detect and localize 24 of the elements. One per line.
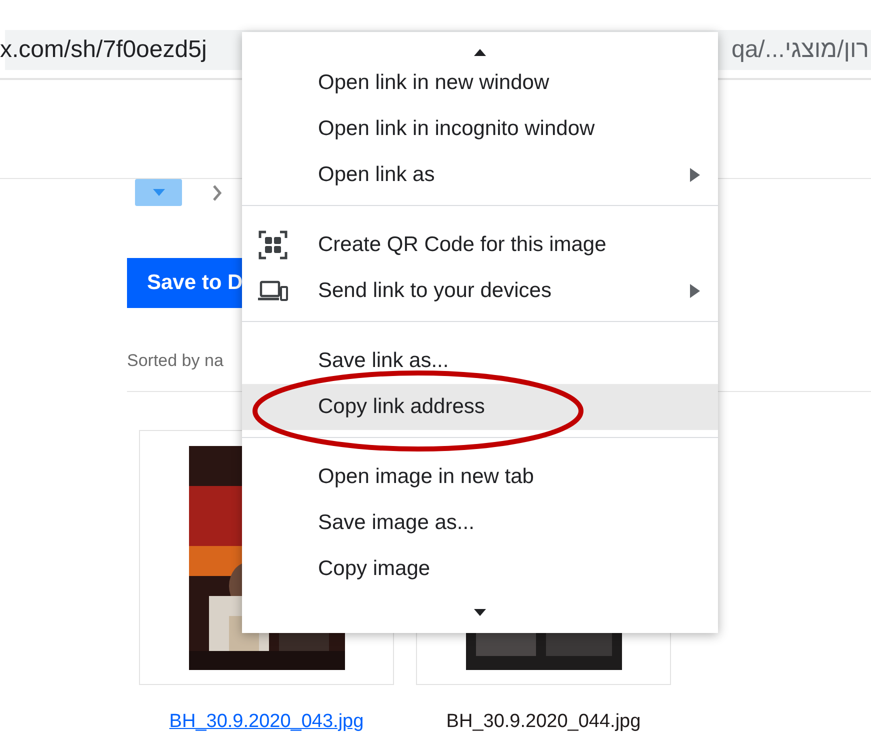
menu-item[interactable]: Create QR Code for this image — [242, 222, 718, 268]
menu-item[interactable]: Save link as... — [242, 338, 718, 384]
scroll-down-icon[interactable] — [474, 608, 486, 616]
url-text: qa/...רון/מוצגי — [731, 36, 869, 64]
save-button[interactable]: Save to D — [127, 258, 242, 308]
sort-label: Sorted by na — [127, 351, 224, 371]
menu-item[interactable]: Open link in new window — [242, 60, 718, 106]
qr-code-icon — [258, 230, 288, 260]
menu-item[interactable]: Open link as — [242, 152, 718, 198]
file-name-link[interactable]: BH_30.9.2020_043.jpg — [169, 711, 364, 733]
menu-item[interactable]: Open link in incognito window — [242, 106, 718, 152]
submenu-arrow-icon — [690, 284, 700, 298]
file-name: BH_30.9.2020_044.jpg — [446, 711, 641, 733]
menu-item[interactable]: Copy link address — [242, 384, 718, 430]
menu-item[interactable]: Open image in new tab — [242, 454, 718, 500]
scroll-up-icon[interactable] — [474, 49, 486, 56]
submenu-arrow-icon — [690, 168, 700, 182]
menu-item[interactable]: Send link to your devices — [242, 268, 718, 314]
url-text: x.com/sh/7f0oezd5j — [0, 36, 207, 64]
caret-icon — [152, 188, 164, 196]
menu-item[interactable]: Save image as... — [242, 500, 718, 546]
chevron-icon — [212, 184, 222, 200]
menu-item[interactable]: Copy image — [242, 546, 718, 592]
devices-icon — [257, 280, 289, 302]
